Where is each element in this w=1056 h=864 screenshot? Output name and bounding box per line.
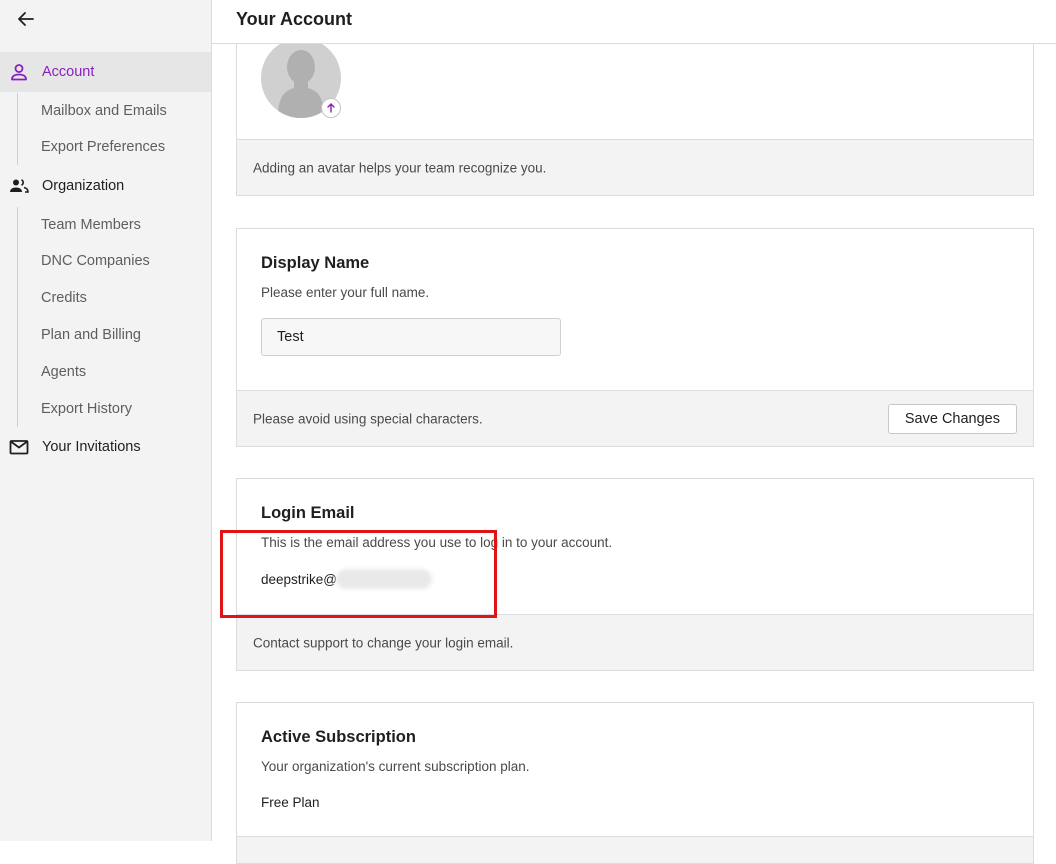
sidebar: Account Mailbox and Emails Export Prefer… — [0, 0, 212, 841]
subscription-footer — [237, 836, 1033, 863]
display-name-subtitle: Please enter your full name. — [261, 285, 430, 300]
avatar-card: Adding an avatar helps your team recogni… — [236, 44, 1034, 196]
arrow-up-icon — [327, 103, 335, 113]
display-name-heading: Display Name — [261, 254, 370, 272]
sidebar-item-export-history[interactable]: Export History — [41, 400, 132, 418]
subnav-divider — [17, 93, 18, 165]
annotation-highlight-box — [220, 530, 497, 618]
subscription-heading: Active Subscription — [261, 728, 416, 746]
display-name-footer: Please avoid using special characters. S… — [237, 390, 1033, 446]
subnav-divider — [17, 207, 18, 427]
mail-icon — [9, 437, 29, 457]
login-email-hint-text: Contact support to change your login ema… — [253, 635, 514, 650]
subscription-card: Active Subscription Your organization's … — [236, 702, 1034, 864]
page-title: Your Account — [236, 9, 352, 29]
sidebar-item-team-members[interactable]: Team Members — [41, 216, 141, 234]
sidebar-item-dnc-companies[interactable]: DNC Companies — [41, 252, 150, 270]
sidebar-item-label: Account — [42, 64, 95, 80]
sidebar-item-account[interactable]: Account — [0, 52, 211, 92]
sidebar-item-agents[interactable]: Agents — [41, 363, 86, 381]
avatar-card-footer: Adding an avatar helps your team recogni… — [237, 139, 1033, 195]
sidebar-item-label: Your Invitations — [42, 439, 141, 455]
sidebar-item-your-invitations[interactable]: Your Invitations — [0, 427, 211, 467]
person-icon — [9, 62, 29, 82]
people-icon — [9, 176, 29, 196]
sidebar-item-mailbox-and-emails[interactable]: Mailbox and Emails — [41, 102, 167, 120]
display-name-input[interactable] — [261, 318, 561, 356]
sidebar-item-plan-and-billing[interactable]: Plan and Billing — [41, 326, 141, 344]
save-changes-button[interactable]: Save Changes — [887, 404, 1017, 434]
back-arrow-icon[interactable] — [14, 7, 38, 31]
sidebar-item-label: Organization — [42, 178, 125, 194]
login-email-footer: Contact support to change your login ema… — [237, 614, 1033, 670]
subscription-subtitle: Your organization's current subscription… — [261, 759, 530, 774]
upload-avatar-button[interactable] — [321, 98, 341, 118]
sidebar-item-export-preferences[interactable]: Export Preferences — [41, 138, 165, 156]
avatar-hint-text: Adding an avatar helps your team recogni… — [253, 160, 547, 175]
display-name-card: Display Name Please enter your full name… — [236, 228, 1034, 447]
sidebar-item-organization[interactable]: Organization — [0, 166, 211, 206]
login-email-heading: Login Email — [261, 504, 355, 522]
sidebar-item-credits[interactable]: Credits — [41, 289, 87, 307]
top-bar: Your Account — [212, 0, 1056, 44]
subscription-plan: Free Plan — [261, 795, 320, 810]
display-name-hint-text: Please avoid using special characters. — [253, 411, 483, 426]
